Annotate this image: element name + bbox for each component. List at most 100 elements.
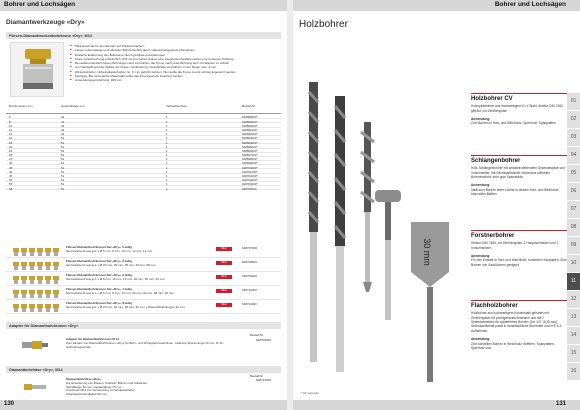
product-desc: Holzbohrer aus hochwertigem Kohlenstahl … bbox=[471, 311, 563, 333]
product-title: Flachholzbohrer bbox=[471, 303, 518, 310]
table-cell: 1 bbox=[166, 186, 168, 191]
chapter-tabs: 01 02 03 04 05 06 07 08 09 10 11 12 13 14 15 16 bbox=[567, 93, 580, 381]
spade-bit: 30 mm bbox=[411, 222, 449, 382]
product-desc: Ähnlich DIN 7483, mit Zentrierspitze, 2 … bbox=[471, 241, 559, 250]
product-table: 6 44 1 628688000* 8 44 1 628689000* 10 44 1 6286900… bbox=[6, 115, 281, 191]
chapter-tab-13[interactable]: 13 bbox=[567, 309, 580, 326]
set-photo bbox=[13, 248, 59, 256]
chapter-tab-08[interactable]: 08 bbox=[567, 219, 580, 236]
spiral-drill-bit-2 bbox=[333, 96, 347, 372]
page-gutter bbox=[287, 0, 293, 410]
product-forstnerbohrer: Forstnerbohrer Ähnlich DIN 7483, mit Zen… bbox=[471, 230, 567, 267]
product-use: Ideal zum Bohren tiefer Löcher in dickem… bbox=[471, 187, 560, 197]
set-photo bbox=[13, 290, 59, 298]
product-use: Zum schnellen Bohren in Weichholz, Brett… bbox=[471, 341, 555, 351]
set-order-no: 628708000 bbox=[242, 260, 258, 264]
fraese-row: Diamantbohrfräse «Dry» Zur Erweiterung v… bbox=[6, 377, 281, 398]
adapter-order-no: 628706000 bbox=[256, 338, 272, 342]
header-title-left: Bohrer und Lochsägen bbox=[4, 1, 76, 8]
chapter-tab-03[interactable]: 03 bbox=[567, 129, 580, 146]
spade-size-label: 30 mm bbox=[422, 238, 432, 266]
set-text: Fliesen-Diamantbohrkronen-Set «Dry», 6-t… bbox=[66, 259, 214, 268]
header-bar-right: Bohrer und Lochsägen bbox=[293, 0, 580, 11]
fraese-bullet: Arbeitsgeschwindigkeit 80 m/s bbox=[66, 392, 107, 397]
auger-bit bbox=[360, 122, 375, 292]
table-cell: 628705000 bbox=[242, 186, 257, 191]
left-page-title: Diamantwerkzeuge «Dry» bbox=[6, 19, 85, 26]
chapter-tab-07[interactable]: 07 bbox=[567, 201, 580, 218]
col-header-unit: Verkaufseinheit bbox=[166, 104, 187, 108]
table-cell: 51 bbox=[61, 186, 65, 191]
footer-left: 130 bbox=[0, 400, 287, 410]
chapter-tab-12[interactable]: 12 bbox=[567, 291, 580, 308]
col-header-diameter: Durchmesser mm bbox=[9, 104, 33, 108]
set-desc: Set bestehend aus je 1 x Ø 20 mm, 25 mm,… bbox=[66, 262, 156, 267]
wood-drills-photo: 30 mm bbox=[299, 82, 467, 386]
col-header-length: Gesamtlänge mm bbox=[61, 104, 85, 108]
chapter-tab-10[interactable]: 10 bbox=[567, 255, 580, 272]
adapter-text: Adapter für Diamantbohrkronen M 14 Zum E… bbox=[66, 337, 236, 349]
feature-list: M14-Gewinde für den Einsatz auf Winkelsc… bbox=[70, 44, 275, 83]
set-text: Fliesen-Diamantbohrkronen-Set «Dry», 8-t… bbox=[66, 301, 214, 310]
chapter-tab-09[interactable]: 09 bbox=[567, 237, 580, 254]
adapter-row: Adapter für Diamantbohrkronen M 14 Zum E… bbox=[6, 337, 281, 356]
chapter-tab-11[interactable]: 11 bbox=[567, 273, 580, 290]
chapter-tab-15[interactable]: 15 bbox=[567, 345, 580, 362]
set-row: Fliesen-Diamantbohrkronen-Set «Dry», 8-t… bbox=[6, 301, 281, 314]
col-header-order-no: Bestell-Nr. bbox=[242, 104, 256, 108]
product-use: Für den Einsatz in Hart- und Weichholz, … bbox=[471, 258, 567, 267]
chapter-tab-02[interactable]: 02 bbox=[567, 111, 580, 128]
table-cell: 68 bbox=[9, 186, 13, 191]
new-badge: NEU bbox=[216, 303, 232, 307]
section-bar-core-bits: Fliesen-Diamanttrockenbohrkrone «Dry», M… bbox=[6, 32, 281, 39]
right-page-title: Holzbohrer bbox=[299, 19, 348, 30]
product-desc: Holzspiralbohrer aus hochwertigem Cr-V S… bbox=[471, 104, 563, 113]
set-text: Fliesen-Diamantbohrkronen-Set «Dry», 7-t… bbox=[66, 287, 214, 296]
set-row: Fliesen-Diamantbohrkronen-Set «Dry», 7-t… bbox=[6, 287, 281, 300]
fraese-order-no: 628712000 bbox=[256, 378, 272, 382]
new-badge: NEU bbox=[216, 247, 232, 251]
page-number-left: 130 bbox=[4, 401, 15, 407]
set-order-no: 628710000 bbox=[242, 288, 258, 292]
chapter-tab-06[interactable]: 06 bbox=[567, 183, 580, 200]
set-photo bbox=[13, 276, 59, 284]
set-order-no: 628707000 bbox=[242, 246, 258, 250]
chapter-tab-05[interactable]: 05 bbox=[567, 165, 580, 182]
set-text: Fliesen-Diamantbohrkronen-Set «Dry», 9-t… bbox=[66, 273, 214, 282]
feature-item: Anwendungsempfehlung: 900 min bbox=[70, 78, 275, 83]
forstner-bit bbox=[375, 190, 401, 320]
page-number-right: 131 bbox=[555, 401, 566, 407]
new-badge: NEU bbox=[216, 261, 232, 265]
set-desc: Set bestehend aus je 1 x Ø 8 mm, 10 mm, … bbox=[66, 276, 165, 281]
header-bar-left: Bohrer und Lochsägen bbox=[0, 0, 287, 11]
header-title-right: Bohrer und Lochsägen bbox=[494, 1, 566, 8]
product-desc: Holz-Schlangenbohrer mit selbsteinziehen… bbox=[471, 166, 565, 179]
product-title: Forstnerbohrer bbox=[471, 233, 515, 240]
chapter-tab-16[interactable]: 16 bbox=[567, 363, 580, 380]
set-desc: Set bestehend aus je 1 x Ø 6 mm, 8 mm, 1… bbox=[66, 290, 174, 295]
set-row: Fliesen-Diamantbohrkronen-Set «Dry», 5-t… bbox=[6, 245, 281, 258]
fraese-text: Diamantbohrfräse «Dry» Zur Erweiterung v… bbox=[66, 377, 236, 397]
table-row: 68 51 1 628705000 bbox=[6, 186, 281, 191]
table-header: Durchmesser mm Gesamtlänge mm Verkaufsei… bbox=[6, 104, 281, 114]
product-schlangenbohrer: Schlangenbohrer Holz-Schlangenbohrer mit… bbox=[471, 155, 567, 197]
chapter-tab-01[interactable]: 01 bbox=[567, 93, 580, 110]
chapter-tab-14[interactable]: 14 bbox=[567, 327, 580, 344]
fraese-photo bbox=[24, 384, 46, 390]
new-badge: NEU bbox=[216, 289, 232, 293]
set-photo bbox=[13, 262, 59, 270]
new-badge: NEU bbox=[216, 275, 232, 279]
product-flachholzbohrer: Flachholzbohrer Holzbohrer aus hochwerti… bbox=[471, 300, 567, 350]
set-order-no: 628711000 bbox=[242, 302, 257, 306]
chapter-tab-04[interactable]: 04 bbox=[567, 147, 580, 164]
set-desc: Set bestehend aus je 1 x Ø 6 mm, 8 mm, 1… bbox=[66, 248, 153, 253]
set-desc: Set bestehend aus je 1 x Ø 20 mm, 40 mm,… bbox=[66, 304, 185, 309]
adapter-photo bbox=[22, 341, 48, 349]
product-title: Schlangenbohrer bbox=[471, 158, 521, 165]
photo-note: * Ab verpackt bbox=[301, 391, 319, 395]
adapter-desc: Zum Einsatz von Diamantbohrkronen «Dry» … bbox=[66, 340, 224, 349]
section-bar-adapter: Adapter für Diamantbohrkronen «Dry» bbox=[6, 322, 281, 329]
core-bit-photo bbox=[10, 42, 64, 97]
product-holzbohrer-cv: Holzbohrer CV Holzspiralbohrer aus hochw… bbox=[471, 93, 567, 126]
set-row: Fliesen-Diamantbohrkronen-Set «Dry», 9-t… bbox=[6, 273, 281, 286]
